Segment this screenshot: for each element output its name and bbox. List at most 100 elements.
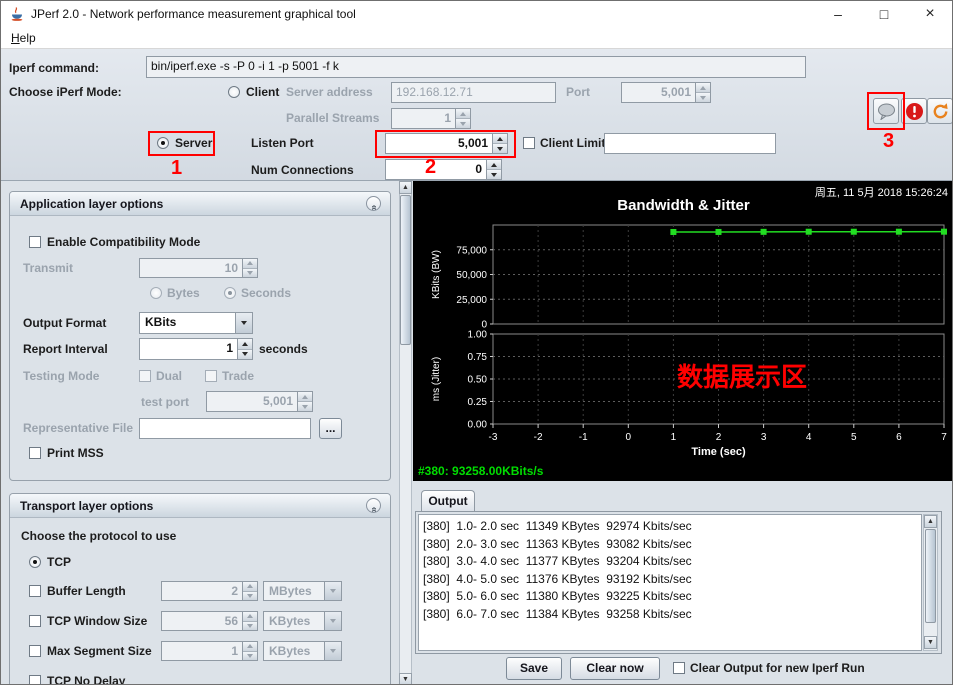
svg-text:4: 4 xyxy=(806,432,812,443)
transmit-spinner: 10 xyxy=(139,258,258,278)
browse-file-button: ... xyxy=(319,418,342,439)
tcp-window-unit-combobox: KBytes xyxy=(263,611,342,631)
annotation-box-listen-port xyxy=(375,130,516,158)
max-segment-spinner: 1 xyxy=(161,641,258,661)
client-radio-label[interactable]: Client xyxy=(246,85,279,99)
bytes-radio xyxy=(150,287,162,299)
output-format-label: Output Format xyxy=(23,316,106,330)
bytes-radio-label: Bytes xyxy=(167,286,200,300)
spinner-up-button[interactable] xyxy=(487,160,501,169)
report-interval-spinner[interactable]: 1 xyxy=(139,338,253,360)
trade-label: Trade xyxy=(222,369,254,383)
buffer-length-spinner: 2 xyxy=(161,581,258,601)
spinner-up-button[interactable] xyxy=(238,339,252,349)
tcp-window-spinner: 56 xyxy=(161,611,258,631)
svg-text:0: 0 xyxy=(626,432,632,443)
report-interval-value[interactable]: 1 xyxy=(140,339,237,359)
svg-text:7: 7 xyxy=(941,432,947,443)
collapse-chevron-icon[interactable]: « xyxy=(366,498,381,513)
compatibility-mode-label[interactable]: Enable Compatibility Mode xyxy=(47,235,200,249)
spinner-down-button xyxy=(696,92,710,102)
svg-text:-2: -2 xyxy=(534,432,543,443)
scroll-down-arrow[interactable]: ▼ xyxy=(399,673,412,685)
iperf-command-input[interactable]: bin/iperf.exe -s -P 0 -i 1 -p 5001 -f k xyxy=(146,56,806,78)
client-limit-input[interactable] xyxy=(604,133,776,154)
scrollbar-thumb[interactable] xyxy=(925,529,936,623)
clear-now-button[interactable]: Clear now xyxy=(570,657,660,680)
clear-output-label[interactable]: Clear Output for new Iperf Run xyxy=(690,661,865,675)
transport-layer-header: Transport layer options « xyxy=(10,494,390,518)
annotation-step-3: 3 xyxy=(883,130,894,153)
seconds-radio xyxy=(224,287,236,299)
minimize-button[interactable]: – xyxy=(817,1,859,27)
svg-text:0.75: 0.75 xyxy=(468,352,488,363)
svg-text:0.00: 0.00 xyxy=(468,420,488,431)
max-segment-unit-combobox: KBytes xyxy=(263,641,342,661)
maximize-button[interactable]: □ xyxy=(863,1,905,27)
annotation-box-run-button xyxy=(867,92,905,130)
max-segment-value: 1 xyxy=(162,642,242,660)
buffer-length-checkbox[interactable] xyxy=(29,585,41,597)
jperf-window: JPerf 2.0 - Network performance measurem… xyxy=(0,0,953,685)
client-limit-label[interactable]: Client Limit xyxy=(540,136,605,150)
max-segment-checkbox[interactable] xyxy=(29,645,41,657)
java-app-icon xyxy=(9,6,25,22)
collapse-chevron-icon[interactable]: « xyxy=(366,196,381,211)
scroll-up-arrow[interactable]: ▲ xyxy=(924,515,937,528)
transmit-value: 10 xyxy=(140,259,242,277)
seconds-radio-label: Seconds xyxy=(241,286,291,300)
output-lines[interactable]: [380] 1.0- 2.0 sec 11349 KBytes 92974 Kb… xyxy=(418,514,922,651)
spinner-up-button xyxy=(243,259,257,268)
spinner-down-button xyxy=(456,118,470,128)
buffer-length-unit-combobox: MBytes xyxy=(263,581,342,601)
output-line: [380] 1.0- 2.0 sec 11349 KBytes 92974 Kb… xyxy=(423,518,917,536)
scroll-up-arrow[interactable]: ▲ xyxy=(399,181,412,194)
dual-checkbox xyxy=(139,370,151,382)
compatibility-mode-checkbox[interactable] xyxy=(29,236,41,248)
annotation-step-1: 1 xyxy=(171,157,182,180)
client-port-label: Port xyxy=(566,85,590,99)
tab-output[interactable]: Output xyxy=(421,490,475,512)
svg-text:0.25: 0.25 xyxy=(468,397,488,408)
menubar: Help xyxy=(1,27,952,49)
svg-text:25,000: 25,000 xyxy=(456,295,487,306)
tcp-window-label[interactable]: TCP Window Size xyxy=(47,614,147,628)
tcp-no-delay-label[interactable]: TCP No Delay xyxy=(47,674,125,685)
tcp-radio[interactable] xyxy=(29,556,41,568)
report-interval-unit-label: seconds xyxy=(259,342,308,356)
spinner-up-button xyxy=(243,642,257,651)
spinner-down-button[interactable] xyxy=(487,169,501,179)
print-mss-checkbox[interactable] xyxy=(29,447,41,459)
chevron-down-icon[interactable] xyxy=(235,313,252,333)
spinner-up-button xyxy=(243,582,257,591)
application-layer-header: Application layer options « xyxy=(10,192,390,216)
listen-port-label: Listen Port xyxy=(251,136,314,150)
svg-text:-3: -3 xyxy=(489,432,498,443)
restart-iperf-button[interactable] xyxy=(927,98,953,124)
tcp-no-delay-checkbox[interactable] xyxy=(29,675,41,685)
test-port-value: 5,001 xyxy=(207,392,297,411)
restart-icon xyxy=(931,102,950,121)
scrollbar-thumb[interactable] xyxy=(400,195,411,345)
svg-text:0.50: 0.50 xyxy=(468,375,488,386)
output-format-combobox[interactable]: KBits xyxy=(139,312,253,334)
client-radio[interactable] xyxy=(228,86,240,98)
buffer-length-label[interactable]: Buffer Length xyxy=(47,584,126,598)
spinner-down-button[interactable] xyxy=(238,349,252,360)
tcp-window-unit: KBytes xyxy=(264,612,324,630)
scroll-down-arrow[interactable]: ▼ xyxy=(924,636,937,649)
max-segment-label[interactable]: Max Segment Size xyxy=(47,644,152,658)
help-menu[interactable]: Help xyxy=(7,30,40,46)
client-limit-checkbox[interactable] xyxy=(523,137,535,149)
save-button[interactable]: Save xyxy=(506,657,562,680)
num-connections-spinner[interactable]: 0 xyxy=(385,159,502,180)
tcp-radio-label[interactable]: TCP xyxy=(47,555,71,569)
print-mss-label[interactable]: Print MSS xyxy=(47,446,104,460)
annotation-step-2: 2 xyxy=(425,156,436,179)
clear-output-checkbox[interactable] xyxy=(673,662,685,674)
parallel-streams-value: 1 xyxy=(392,109,455,128)
tcp-window-checkbox[interactable] xyxy=(29,615,41,627)
transmit-label: Transmit xyxy=(23,261,73,275)
spinner-up-button xyxy=(243,612,257,621)
close-button[interactable]: × xyxy=(909,1,951,27)
